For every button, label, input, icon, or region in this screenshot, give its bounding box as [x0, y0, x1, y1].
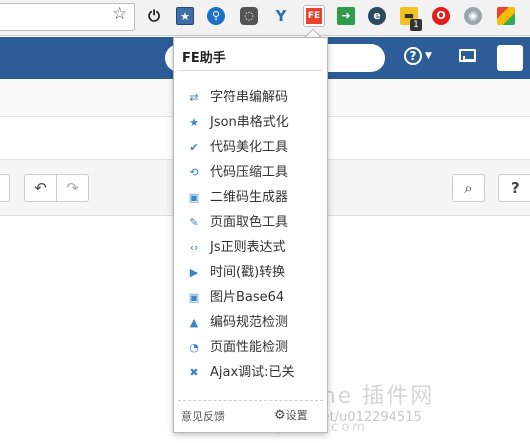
menu-item-label: Json串格式化 — [210, 115, 289, 130]
help-icon: ? — [404, 47, 422, 65]
refresh-icon: ⟲ — [189, 166, 199, 179]
menu-item-label: Ajax调试:已关 — [210, 365, 295, 380]
eyedropper-icon: ✎ — [189, 216, 199, 229]
exchange-icon: ⇄ — [189, 91, 199, 104]
gear-icon: ⚙ — [274, 408, 286, 423]
redo-icon: ↷ — [66, 179, 79, 197]
extension-badge: 1 — [410, 19, 422, 31]
menu-item-label: 二维码生成器 — [210, 190, 289, 205]
fe-helper-popup: FE助手 ⇄ 字符串编解码 ★ Json串格式化 ✔ 代码美化工具 ⟲ 代码压缩工具 ▣… — [173, 37, 328, 433]
menu-item-code-compress[interactable]: ⟲ 代码压缩工具 — [174, 160, 327, 185]
menu-item-label: 页面性能检测 — [210, 340, 289, 355]
menu-item-label: Js正则表达式 — [210, 240, 286, 255]
toolbar-button[interactable] — [0, 174, 10, 202]
menu-item-page-performance[interactable]: ◔ 页面性能检测 — [174, 335, 327, 360]
popup-title: FE助手 — [182, 51, 226, 66]
menu-item-color-picker[interactable]: ✎ 页面取色工具 — [174, 210, 327, 235]
divider — [178, 70, 323, 71]
e-icon[interactable]: e — [368, 7, 386, 25]
menu-item-label: 页面取色工具 — [210, 215, 289, 230]
y-icon[interactable]: Y — [272, 7, 290, 25]
undo-icon: ↶ — [34, 179, 47, 197]
settings-link[interactable]: ⚙设置 — [274, 407, 308, 423]
menu-item-js-regex[interactable]: ‹› Js正则表达式 — [174, 235, 327, 260]
menu-item-label: 图片Base64 — [210, 290, 285, 305]
feedback-link[interactable]: 意见反馈 — [181, 408, 225, 424]
fe-icon[interactable]: FE — [303, 5, 325, 27]
warning-icon: ▲ — [189, 316, 199, 329]
opera-icon[interactable]: O — [432, 7, 450, 25]
key-icon[interactable]: ⚲ — [207, 7, 225, 25]
bulb-icon[interactable]: ◌ — [240, 7, 258, 25]
drop-icon[interactable]: ◉ — [464, 7, 482, 25]
popup-menu: ⇄ 字符串编解码 ★ Json串格式化 ✔ 代码美化工具 ⟲ 代码压缩工具 ▣ 二维码生成… — [174, 85, 327, 385]
menu-item-timestamp[interactable]: ▶ 时间(戳)转换 — [174, 260, 327, 285]
menu-item-label: 字符串编解码 — [210, 90, 289, 105]
check-icon: ✔ — [189, 141, 199, 154]
menu-item-qrcode[interactable]: ▣ 二维码生成器 — [174, 185, 327, 210]
inbox-icon[interactable] — [459, 49, 476, 62]
menu-item-ajax-debug[interactable]: ✖ Ajax调试:已关 — [174, 360, 327, 385]
divider — [178, 400, 323, 401]
star-icon[interactable]: ☆ — [112, 4, 127, 24]
qrcode-icon: ▣ — [188, 191, 200, 204]
search-icon: ⌕ — [464, 179, 473, 197]
menu-item-string-codec[interactable]: ⇄ 字符串编解码 — [174, 85, 327, 110]
menu-item-label: 代码美化工具 — [210, 140, 289, 155]
menu-item-label: 时间(戳)转换 — [210, 265, 286, 280]
menu-item-label: 编码规范检测 — [210, 315, 289, 330]
play-icon: ▶ — [189, 266, 199, 279]
power-icon[interactable]: ⏻ — [145, 7, 163, 25]
arrow-icon[interactable]: ➜ — [337, 7, 355, 25]
pinned-icon[interactable]: ★ — [176, 7, 194, 25]
cube-icon[interactable] — [497, 7, 515, 25]
menu-item-code-standard[interactable]: ▲ 编码规范检测 — [174, 310, 327, 335]
menu-item-label: 代码压缩工具 — [210, 165, 289, 180]
settings-label: 设置 — [285, 409, 308, 422]
menu-item-code-beautify[interactable]: ✔ 代码美化工具 — [174, 135, 327, 160]
menu-item-json-format[interactable]: ★ Json串格式化 — [174, 110, 327, 135]
undo-button[interactable]: ↶ — [24, 174, 57, 202]
star-icon: ★ — [189, 116, 199, 129]
help-icon: ? — [511, 179, 520, 197]
avatar[interactable] — [497, 45, 523, 71]
menu-item-image-base64[interactable]: ▣ 图片Base64 — [174, 285, 327, 310]
chevron-down-icon: ▼ — [425, 50, 432, 61]
browser-toolbar: ☆ ⏻ ★ ⚲ ◌ Y FE ➜ e ▬ 1 O ◉ — [0, 0, 530, 36]
help-button[interactable]: ? — [498, 174, 530, 202]
code-icon: ‹› — [189, 241, 199, 254]
help-menu-button[interactable]: ? ▼ — [404, 46, 432, 65]
redo-button[interactable]: ↷ — [56, 174, 89, 202]
search-button[interactable]: ⌕ — [452, 174, 485, 202]
clock-icon: ◔ — [189, 341, 199, 354]
close-icon: ✖ — [189, 366, 199, 379]
image-icon: ▣ — [188, 291, 200, 304]
